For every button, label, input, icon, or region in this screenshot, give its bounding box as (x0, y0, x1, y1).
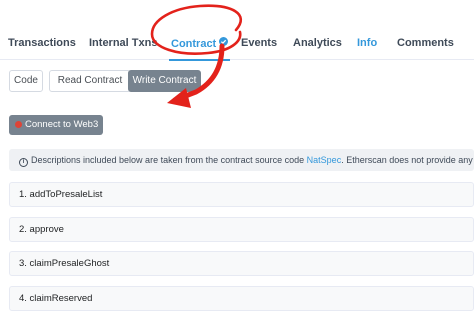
tab-events[interactable]: Events (241, 37, 277, 49)
read-contract-button[interactable]: Read Contract (49, 70, 131, 92)
info-text-before: Descriptions included below are taken fr… (31, 155, 305, 165)
code-button[interactable]: Code (9, 70, 43, 92)
status-dot-icon (15, 121, 22, 128)
tab-bar: Transactions Internal Txns Contract Even… (0, 28, 474, 61)
function-row-addtopresalelist[interactable]: 1. addToPresaleList (9, 182, 474, 207)
function-label: 3. claimPresaleGhost (19, 258, 110, 269)
natspec-link[interactable]: NatSpec (307, 155, 342, 165)
function-row-claimpresaleghost[interactable]: 3. claimPresaleGhost (9, 251, 474, 276)
tab-transactions[interactable]: Transactions (8, 37, 76, 49)
function-label: 4. claimReserved (19, 293, 93, 304)
tab-contract[interactable]: Contract (168, 37, 231, 61)
tab-contract-label: Contract (171, 38, 217, 50)
function-row-approve[interactable]: 2. approve (9, 217, 474, 242)
function-label: 2. approve (19, 224, 64, 235)
connect-web3-button[interactable]: Connect to Web3 (9, 115, 103, 135)
function-label: 1. addToPresaleList (19, 189, 103, 200)
tab-comments[interactable]: Comments (397, 37, 454, 49)
info-icon: i (19, 158, 28, 167)
tab-info[interactable]: Info (357, 37, 377, 49)
function-row-claimreserved[interactable]: 4. claimReserved (9, 286, 474, 311)
natspec-info-bar: i Descriptions included below are taken f… (9, 149, 474, 171)
verified-check-icon (219, 37, 229, 46)
info-text-after: . Etherscan does not provide any (341, 155, 473, 165)
tab-analytics[interactable]: Analytics (293, 37, 342, 49)
tab-internal-txns[interactable]: Internal Txns (89, 37, 157, 49)
connect-label: Connect to Web3 (25, 119, 99, 130)
write-contract-button[interactable]: Write Contract (128, 70, 201, 92)
